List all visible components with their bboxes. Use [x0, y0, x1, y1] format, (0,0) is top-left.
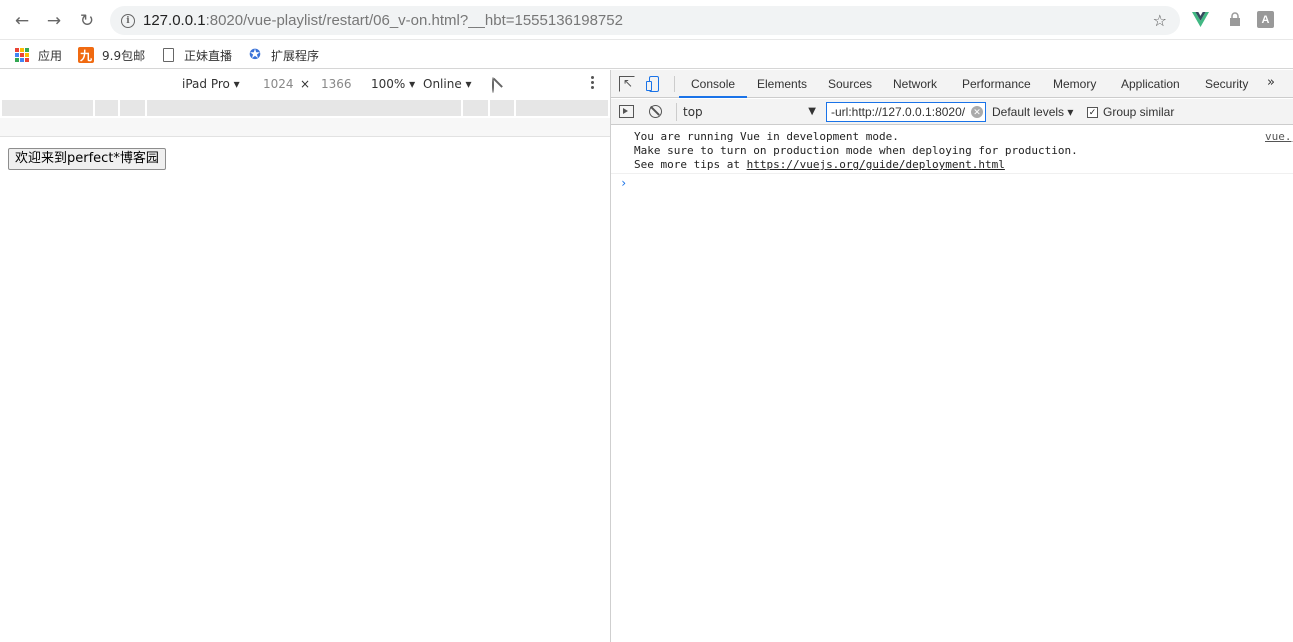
reload-icon: ↻ — [79, 11, 95, 31]
vue-logo-icon — [1192, 12, 1209, 27]
nine-icon: 九 — [78, 47, 94, 63]
device-toolbar: iPad Pro ▾ 1024 × 1366 100% ▾ Online ▾ — [0, 70, 610, 98]
more-tabs-icon[interactable]: » — [1267, 75, 1275, 90]
devtools-panel: Console Elements Sources Network Perform… — [611, 70, 1293, 642]
device-emulation-pane: iPad Pro ▾ 1024 × 1366 100% ▾ Online ▾ 欢… — [0, 70, 610, 642]
a-extension-icon[interactable]: A — [1257, 11, 1274, 28]
console-message: You are running Vue in development mode.… — [634, 130, 1078, 171]
dimension-times: × — [300, 77, 311, 91]
address-bar[interactable]: i 127.0.0.1:8020/vue-playlist/restart/06… — [110, 6, 1180, 35]
console-output: You are running Vue in development mode.… — [611, 126, 1293, 642]
tab-sources[interactable]: Sources — [828, 70, 872, 98]
puzzle-icon: ✪ — [249, 47, 261, 63]
bookmark-apps[interactable]: 应用 — [14, 46, 62, 64]
bookmark-star-icon[interactable]: ☆ — [1153, 11, 1167, 30]
more-options-icon[interactable] — [587, 76, 597, 89]
tab-network[interactable]: Network — [893, 70, 937, 98]
message-divider — [611, 173, 1293, 174]
device-width[interactable]: 1024 — [263, 77, 294, 91]
tab-divider — [674, 76, 675, 92]
tab-console[interactable]: Console — [679, 70, 748, 98]
group-similar-checkbox[interactable]: ✓ — [1087, 106, 1098, 118]
console-prompt[interactable]: › — [620, 176, 627, 190]
lock-extension[interactable] — [1226, 11, 1243, 28]
context-select[interactable]: top ▼ — [676, 103, 816, 121]
tab-security[interactable]: Security — [1205, 70, 1248, 98]
media-query-bar[interactable] — [2, 100, 608, 116]
device-height[interactable]: 1366 — [321, 77, 352, 91]
tab-application[interactable]: Application — [1121, 70, 1180, 98]
rotate-disabled-icon[interactable] — [492, 77, 494, 93]
clear-filter-icon[interactable]: ✕ — [971, 106, 983, 118]
bookmark-9-9[interactable]: 九 9.9包邮 — [78, 46, 145, 64]
log-levels-select[interactable]: Default levels ▾ — [992, 105, 1073, 119]
device-select[interactable]: iPad Pro ▾ — [182, 77, 240, 91]
tab-elements[interactable]: Elements — [757, 70, 807, 98]
lock-icon — [1229, 12, 1240, 26]
apps-grid-icon — [14, 47, 30, 63]
console-filter-input[interactable]: -url:http://127.0.0.1:8020/ ✕ — [826, 102, 986, 122]
devtools-tabbar: Console Elements Sources Network Perform… — [611, 70, 1293, 98]
arrow-left-icon: ← — [14, 11, 30, 31]
clear-console-icon[interactable] — [649, 105, 662, 118]
browser-toolbar: ← → ↻ i 127.0.0.1:8020/vue-playlist/rest… — [0, 0, 1293, 40]
vue-devtools-extension[interactable] — [1192, 11, 1209, 28]
arrow-right-icon: → — [46, 11, 62, 31]
inspect-element-icon[interactable] — [619, 76, 635, 92]
reload-button[interactable]: ↻ — [76, 10, 98, 32]
show-sidebar-icon[interactable] — [619, 105, 634, 118]
bookmarks-bar: 应用 九 9.9包邮 正妹直播 ✪ 扩展程序 — [0, 40, 1293, 69]
ruler-bar — [0, 118, 610, 137]
url-text[interactable]: 127.0.0.1:8020/vue-playlist/restart/06_v… — [143, 12, 623, 29]
network-select[interactable]: Online ▾ — [423, 77, 472, 91]
group-similar-toggle[interactable]: ✓ Group similar — [1087, 105, 1174, 119]
back-button[interactable]: ← — [11, 10, 33, 32]
bookmark-live[interactable]: 正妹直播 — [160, 46, 232, 64]
forward-button[interactable]: → — [43, 10, 65, 32]
tab-memory[interactable]: Memory — [1053, 70, 1096, 98]
info-icon[interactable]: i — [121, 13, 135, 28]
console-toolbar: top ▼ -url:http://127.0.0.1:8020/ ✕ Defa… — [611, 99, 1293, 125]
dropdown-arrow-icon: ▼ — [808, 106, 816, 117]
page-icon — [160, 47, 176, 63]
page-viewport: 欢迎来到perfect*博客园 — [0, 138, 610, 642]
message-source-link[interactable]: vue.js — [1265, 130, 1293, 144]
tab-performance[interactable]: Performance — [962, 70, 1031, 98]
toggle-device-icon[interactable] — [646, 76, 662, 92]
deployment-link[interactable]: https://vuejs.org/guide/deployment.html — [747, 158, 1005, 171]
bookmark-extensions[interactable]: ✪ 扩展程序 — [247, 46, 319, 64]
welcome-button[interactable]: 欢迎来到perfect*博客园 — [8, 148, 166, 170]
zoom-select[interactable]: 100% ▾ — [371, 77, 415, 91]
